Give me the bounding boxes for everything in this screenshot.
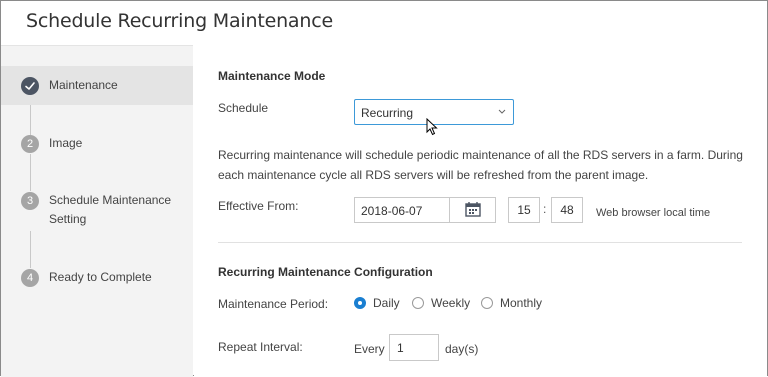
chevron-down-icon [498,105,506,121]
step-connector [30,231,31,268]
step-connector [30,154,31,191]
radio-checked-icon [354,297,366,309]
time-separator: : [543,202,547,216]
step-maintenance[interactable]: Maintenance [1,66,193,105]
schedule-select-value: Recurring [361,106,414,120]
recurring-description: Recurring maintenance will schedule peri… [218,148,743,182]
wizard-content: Maintenance Mode Schedule Recurring Recu… [194,45,767,376]
dialog-header: Schedule Recurring Maintenance [1,1,767,44]
section-divider [218,242,742,243]
hour-input[interactable]: 15 [508,197,540,223]
repeat-interval-label: Repeat Interval: [218,340,303,354]
repeat-interval-input[interactable]: 1 [389,334,439,361]
effective-from-label: Effective From: [218,199,299,213]
every-label: Every [354,342,385,356]
calendar-icon[interactable] [449,198,495,222]
timezone-note: Web browser local time [596,207,711,219]
repeat-unit-label: day(s) [445,342,479,356]
effective-date-value: 2018-06-07 [361,204,423,218]
radio-unchecked-icon [412,297,424,309]
step-check-icon [21,77,39,95]
schedule-label: Schedule [218,101,269,115]
step-ready-to-complete[interactable]: 4 Ready to Complete [1,268,193,298]
radio-label: Daily [373,296,400,310]
step-label: Maintenance [49,78,118,92]
step-number: 3 [21,192,39,210]
repeat-interval-value: 1 [397,341,404,355]
radio-label: Monthly [500,296,543,310]
minute-input[interactable]: 48 [551,197,583,223]
step-number: 2 [21,135,39,153]
step-label: Ready to Complete [49,270,152,284]
radio-label: Weekly [431,296,471,310]
recurring-config-title: Recurring Maintenance Configuration [218,265,433,279]
mouse-pointer-icon [426,117,438,141]
wizard-steps-sidebar: Maintenance 2 Image 3 Schedule Maintenan… [1,45,193,377]
step-label: Image [49,136,83,150]
step-number: 4 [21,269,39,287]
maintenance-period-label: Maintenance Period: [218,297,329,311]
radio-unchecked-icon [481,297,493,309]
step-label: Schedule Maintenance Setting [49,193,172,226]
dialog-title: Schedule Recurring Maintenance [26,10,333,32]
effective-date-input[interactable]: 2018-06-07 [354,197,496,223]
step-connector [30,105,31,135]
step-schedule-maintenance-setting[interactable]: 3 Schedule Maintenance Setting [1,191,193,231]
maintenance-mode-title: Maintenance Mode [218,69,326,83]
